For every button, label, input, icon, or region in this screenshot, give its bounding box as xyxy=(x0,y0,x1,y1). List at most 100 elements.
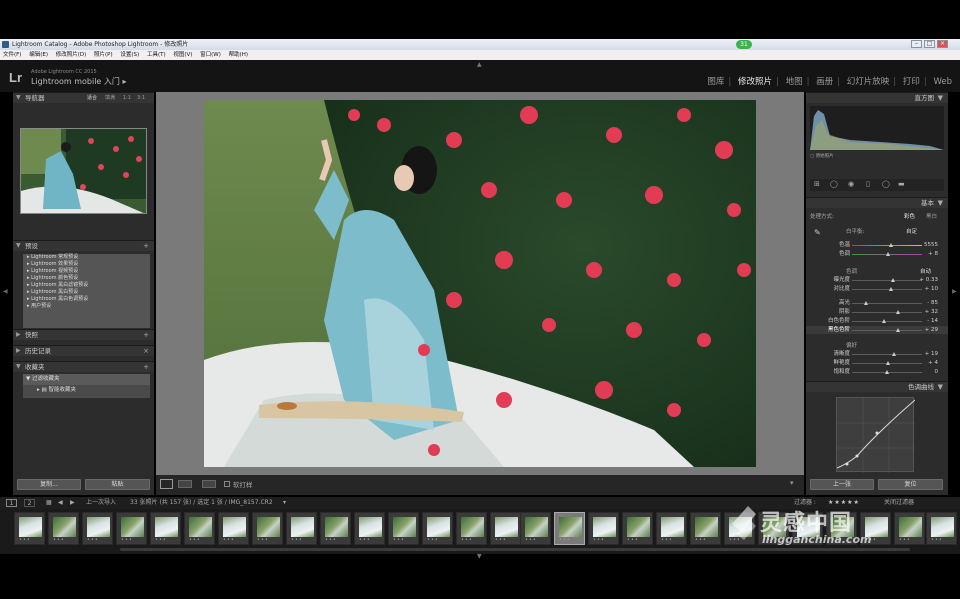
filmstrip-thumb[interactable]: ••• xyxy=(422,512,453,545)
add-preset-icon[interactable]: + xyxy=(143,241,149,251)
filmstrip-source[interactable]: 上一次导入 xyxy=(86,497,116,509)
menu-view[interactable]: 视图(V) xyxy=(173,52,192,58)
page-1-button[interactable]: 1 xyxy=(6,499,17,507)
slider-value[interactable]: + 29 xyxy=(925,326,938,334)
add-snapshot-icon[interactable]: + xyxy=(143,330,149,340)
preset-folder[interactable]: ▸ Lightroom 黑白色调预设 xyxy=(23,296,150,303)
reset-button[interactable]: 复位 xyxy=(878,479,943,490)
zoom-1-1[interactable]: 1:1 xyxy=(123,93,131,103)
filmstrip-thumb[interactable]: ••• xyxy=(184,512,215,545)
preset-folder[interactable]: ▸ 用户预设 xyxy=(23,303,150,310)
slider-track[interactable] xyxy=(852,301,922,305)
menu-settings[interactable]: 设置(S) xyxy=(120,52,139,58)
main-photo[interactable] xyxy=(204,100,756,467)
preset-folder[interactable]: ▸ Lightroom 黑白预设 xyxy=(23,289,150,296)
forward-arrow-icon[interactable]: ▶ xyxy=(70,497,75,509)
zoom-3-1[interactable]: 3:1 xyxy=(137,93,145,103)
slider-knob[interactable] xyxy=(888,243,893,247)
mobile-getting-started[interactable]: Lightroom mobile 入门 ▸ xyxy=(31,76,126,87)
collection-item[interactable]: ▸ ▤ 智能收藏夹 xyxy=(23,385,150,396)
copy-settings-button[interactable]: 复制... xyxy=(17,479,81,490)
menu-file[interactable]: 文件(F) xyxy=(3,52,21,58)
filmstrip-thumb[interactable]: ••• xyxy=(82,512,113,545)
slider-value[interactable]: - 85 xyxy=(927,299,938,307)
slider-knob[interactable] xyxy=(864,301,868,305)
navigator-preview[interactable] xyxy=(20,128,147,214)
slider-whites[interactable]: 白色色阶 - 14 xyxy=(806,317,948,325)
source-dropdown-icon[interactable]: ▾ xyxy=(283,497,286,509)
slider-value[interactable]: + 4 xyxy=(928,359,938,367)
module-print[interactable]: 打印 xyxy=(903,77,920,87)
slider-value[interactable]: 5555 xyxy=(924,241,938,249)
slider-clarity[interactable]: 清晰度 + 19 xyxy=(806,350,948,358)
before-after-split-icon[interactable] xyxy=(202,480,216,488)
before-after-icon[interactable] xyxy=(178,480,192,488)
histogram-header[interactable]: 直方图 ▼ xyxy=(806,92,948,103)
wb-picker-icon[interactable]: ✎ xyxy=(814,228,821,237)
tonecurve-header[interactable]: 色调曲线 ▼ xyxy=(806,381,948,392)
module-web[interactable]: Web xyxy=(933,77,952,87)
radial-filter-icon[interactable]: ◯ xyxy=(882,180,890,188)
filmstrip-scrollbar[interactable] xyxy=(120,548,910,551)
slider-knob[interactable] xyxy=(882,319,887,323)
toolbar-menu-icon[interactable]: ▾ xyxy=(790,479,794,487)
add-collection-icon[interactable]: + xyxy=(143,362,149,372)
wb-select[interactable]: 自定 xyxy=(906,227,917,235)
history-header[interactable]: ▶ 历史记录 × xyxy=(13,345,154,356)
filmstrip-thumb[interactable]: ••• xyxy=(116,512,147,545)
filmstrip-thumb[interactable]: ••• xyxy=(894,512,925,545)
slider-track[interactable] xyxy=(852,370,922,374)
slider-value[interactable]: + 19 xyxy=(925,350,938,358)
slider-temp[interactable]: 色温 5555 xyxy=(806,241,948,249)
slider-value[interactable]: - 14 xyxy=(927,317,938,325)
minimize-button[interactable]: – xyxy=(911,40,922,48)
snapshots-header[interactable]: ▶ 快照 + xyxy=(13,329,154,340)
menu-photo[interactable]: 照片(P) xyxy=(94,52,113,58)
back-arrow-icon[interactable]: ◀ xyxy=(58,497,63,509)
collections-header[interactable]: ▼ 收藏夹 + xyxy=(13,361,154,372)
slider-track[interactable] xyxy=(852,361,922,365)
filmstrip-thumb[interactable]: ••• xyxy=(150,512,181,545)
treatment-bw[interactable]: 黑白 xyxy=(926,212,937,220)
module-book[interactable]: 画册 xyxy=(816,77,833,87)
filmstrip-thumb[interactable]: ••• xyxy=(388,512,419,545)
slider-highlights[interactable]: 高光 - 85 xyxy=(806,299,948,307)
filmstrip-thumb[interactable]: ••• xyxy=(48,512,79,545)
previous-button[interactable]: 上一张 xyxy=(810,479,874,490)
graduated-filter-icon[interactable]: ▯ xyxy=(866,180,870,188)
filmstrip-thumb[interactable]: ••• xyxy=(320,512,351,545)
menu-edit[interactable]: 编辑(E) xyxy=(29,52,48,58)
slider-contrast[interactable]: 对比度 + 10 xyxy=(806,285,948,293)
filmstrip-thumb[interactable]: ••• xyxy=(252,512,283,545)
slider-value[interactable]: + 0.33 xyxy=(919,276,938,284)
maximize-button[interactable]: □ xyxy=(924,40,935,48)
slider-vibrance[interactable]: 鲜艳度 + 4 xyxy=(806,359,948,367)
filmstrip-thumb[interactable]: ••• xyxy=(926,512,957,545)
top-panel-toggle-icon[interactable]: ▲ xyxy=(477,61,482,68)
slider-value[interactable]: + 8 xyxy=(928,250,938,258)
close-button[interactable]: × xyxy=(937,40,948,48)
preset-folder[interactable]: ▸ Lightroom 效果预设 xyxy=(23,261,150,268)
clear-history-icon[interactable]: × xyxy=(143,346,149,356)
filmstrip-thumb[interactable]: ••• xyxy=(690,512,721,545)
filter-off-select[interactable]: 关闭过滤器 xyxy=(884,497,914,509)
slider-knob[interactable] xyxy=(885,370,889,374)
module-map[interactable]: 地图 xyxy=(786,77,803,87)
zoom-fit[interactable]: 适合 xyxy=(87,93,97,103)
bottom-panel-toggle-icon[interactable]: ▼ xyxy=(477,553,482,560)
left-panel-toggle-icon[interactable]: ◀ xyxy=(3,288,8,295)
menu-develop[interactable]: 修改照片(D) xyxy=(56,52,87,58)
tone-curve-graph[interactable] xyxy=(836,397,916,473)
filmstrip-thumb[interactable]: ••• xyxy=(456,512,487,545)
zoom-fill[interactable]: 填满 xyxy=(105,93,115,103)
right-panel-toggle-icon[interactable]: ▶ xyxy=(952,288,957,295)
slider-knob[interactable] xyxy=(886,361,891,365)
slider-track[interactable] xyxy=(852,243,922,247)
filmstrip-thumb[interactable]: ••• xyxy=(14,512,45,545)
preset-folder[interactable]: ▸ Lightroom 视频预设 xyxy=(23,268,150,275)
preset-folder[interactable]: ▸ Lightroom 常规预设 xyxy=(23,254,150,261)
paste-settings-button[interactable]: 粘贴 xyxy=(85,479,150,490)
filmstrip-thumb[interactable]: ••• xyxy=(520,512,551,545)
slider-knob[interactable] xyxy=(895,328,900,332)
grid-icon[interactable]: ▦ xyxy=(46,497,52,509)
